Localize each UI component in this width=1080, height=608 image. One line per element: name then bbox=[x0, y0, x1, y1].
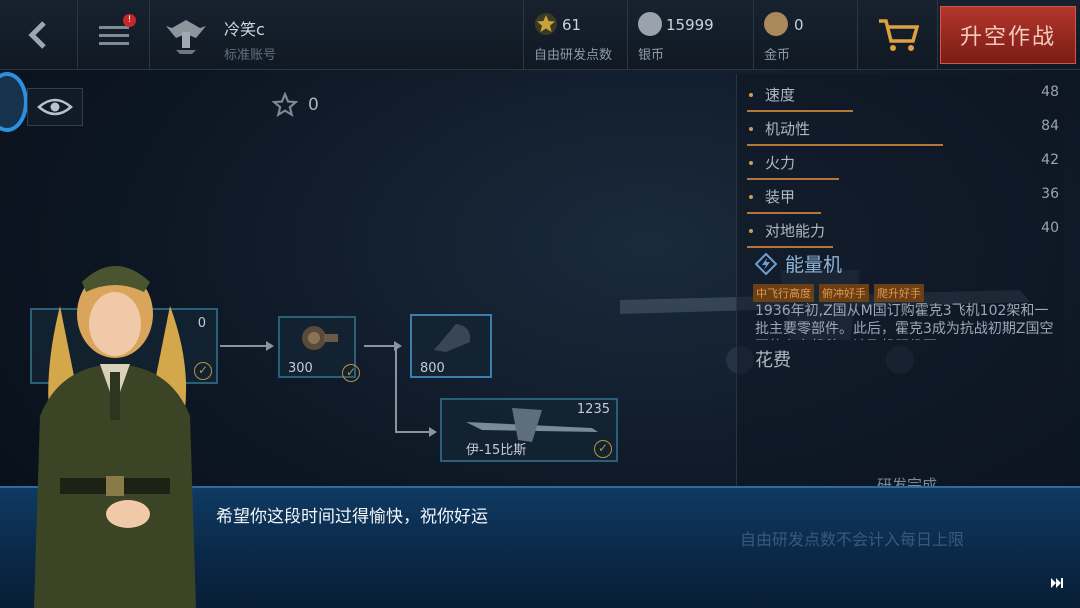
gold-display: 0 金币 bbox=[754, 0, 858, 70]
skip-button[interactable] bbox=[1048, 576, 1066, 594]
shop-button[interactable] bbox=[858, 0, 938, 70]
star-counter-value: 0 bbox=[308, 95, 319, 115]
gold-value: 0 bbox=[794, 16, 804, 34]
rank-emblem-icon bbox=[166, 20, 206, 54]
stat-ground-attack: 对地能力 40 bbox=[747, 214, 1059, 248]
tree-arrowhead bbox=[429, 427, 437, 437]
bullet-icon bbox=[749, 93, 753, 97]
node-3-cost: 800 bbox=[420, 361, 445, 376]
check-icon: ✓ bbox=[342, 364, 360, 382]
energy-icon bbox=[755, 252, 777, 275]
module-tags: 中飞行高度 俯冲好手 爬升好手 bbox=[753, 284, 924, 302]
stat-value: 36 bbox=[1041, 186, 1059, 202]
tree-arrow bbox=[220, 345, 266, 347]
engine-part-icon bbox=[302, 326, 338, 350]
stat-name: 装甲 bbox=[765, 188, 796, 206]
view-toggle-button[interactable] bbox=[27, 88, 83, 126]
account-type: 标准账号 bbox=[224, 48, 277, 63]
launch-battle-button[interactable]: 升空作战 bbox=[940, 6, 1076, 64]
star-outline-icon bbox=[272, 92, 298, 118]
bullet-icon bbox=[749, 229, 753, 233]
bullet-icon bbox=[749, 127, 753, 131]
stat-value: 42 bbox=[1041, 152, 1059, 168]
eye-icon bbox=[37, 98, 73, 116]
tree-node-3[interactable]: 800 bbox=[410, 314, 492, 378]
stat-maneuverability: 机动性 84 bbox=[747, 112, 1059, 146]
limit-note: 自由研发点数不会计入每日上限 bbox=[740, 530, 965, 549]
armor-part-icon bbox=[434, 324, 471, 352]
profile-panel[interactable]: 冷笑c 标准账号 bbox=[150, 0, 524, 70]
node-2-cost: 300 bbox=[288, 361, 313, 376]
cost-label: 花费 bbox=[755, 350, 791, 371]
tree-arrow bbox=[364, 345, 394, 347]
cart-icon bbox=[878, 19, 919, 51]
node-4-cost: 1235 bbox=[576, 402, 610, 417]
module-tag: 爬升好手 bbox=[874, 284, 924, 302]
tree-arrowhead bbox=[266, 341, 274, 351]
module-title: 能量机 bbox=[755, 250, 842, 277]
stat-value: 84 bbox=[1041, 118, 1059, 134]
username: 冷笑c bbox=[224, 20, 265, 39]
bullet-icon bbox=[749, 195, 753, 199]
dialog-text: 希望你这段时间过得愉快，祝你好运 bbox=[216, 507, 488, 527]
silver-display: 15999 银币 bbox=[628, 0, 754, 70]
module-tag: 中飞行高度 bbox=[753, 284, 814, 302]
officer-character-illustration bbox=[34, 266, 196, 608]
stat-value: 40 bbox=[1041, 220, 1059, 236]
star-icon bbox=[535, 13, 557, 35]
stat-speed: 速度 48 bbox=[747, 78, 1059, 112]
stat-name: 对地能力 bbox=[765, 222, 826, 240]
fast-forward-icon bbox=[1051, 578, 1063, 588]
silver-label: 银币 bbox=[638, 48, 665, 63]
research-points-display: 61 自由研发点数 bbox=[524, 0, 628, 70]
stat-firepower: 火力 42 bbox=[747, 146, 1059, 180]
node-4-name: 伊-15比斯 bbox=[466, 443, 527, 458]
stat-armor: 装甲 36 bbox=[747, 180, 1059, 214]
notification-badge: ! bbox=[123, 14, 136, 27]
back-button[interactable] bbox=[0, 0, 78, 70]
menu-icon bbox=[98, 26, 129, 45]
star-counter: 0 bbox=[272, 92, 319, 118]
tree-branch-line bbox=[395, 345, 397, 431]
stats-panel: 速度 48 机动性 84 火力 42 装甲 36 对地能力 40 能量机 中飞行… bbox=[736, 74, 1064, 494]
module-tag: 俯冲好手 bbox=[819, 284, 869, 302]
silver-coin-icon bbox=[638, 12, 662, 36]
stat-name: 机动性 bbox=[765, 120, 811, 138]
module-description: 1936年初,Z国从M国订购霍克3飞机102架和一批主要零部件。此后，霍克3成为… bbox=[755, 303, 1054, 340]
gold-coin-icon bbox=[764, 12, 788, 36]
stat-name: 火力 bbox=[765, 154, 796, 172]
gold-label: 金币 bbox=[764, 48, 791, 63]
research-points-value: 61 bbox=[562, 16, 582, 34]
stat-value: 48 bbox=[1041, 84, 1059, 100]
check-icon: ✓ bbox=[594, 440, 612, 458]
menu-button[interactable]: ! bbox=[78, 0, 150, 70]
top-bar: ! 冷笑c 标准账号 61 自由研发点数 15999 银币 0 金币 升空作战 bbox=[0, 0, 1080, 70]
tree-arrow bbox=[395, 431, 429, 433]
research-points-label: 自由研发点数 bbox=[534, 48, 613, 63]
module-title-text: 能量机 bbox=[785, 254, 843, 276]
tree-node-4[interactable]: 1235 伊-15比斯 ✓ bbox=[440, 398, 618, 462]
silver-value: 15999 bbox=[666, 16, 714, 34]
stat-name: 速度 bbox=[765, 86, 796, 104]
bullet-icon bbox=[749, 161, 753, 165]
chevron-left-icon bbox=[27, 21, 46, 49]
stat-bar bbox=[747, 246, 833, 248]
